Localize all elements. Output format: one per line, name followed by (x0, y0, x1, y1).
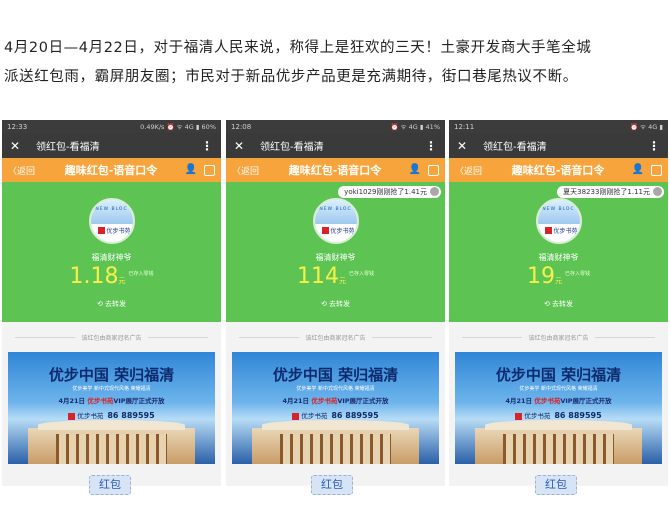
status-time: 12:08 (231, 122, 252, 131)
avatar (430, 187, 439, 196)
sender-name: 福清财神爷 (538, 253, 579, 262)
ad-divider: 该红包由商家冠名广告 (449, 322, 668, 352)
status-bar: 12:08 ⏰ ᯤ 4G ▮ 41% (226, 120, 445, 133)
ad-brand-row: 优步书苑 86 889595 (8, 410, 215, 420)
ad-headline: 优步中国 荣归福清 (495, 366, 622, 384)
amount-unit: 元 (338, 277, 346, 285)
grid-icon[interactable] (428, 164, 439, 176)
phone-screenshot-2: 12:08 ⏰ ᯤ 4G ▮ 41% ✕ 领红包-看福清 ⋮ 〈返回 趣味红包-… (226, 120, 445, 486)
share-button[interactable]: ⟲ 去转发 (226, 299, 445, 309)
grab-notice: yoki1029刚刚抢了1.41元 (338, 186, 441, 198)
phone-screenshot-3: 12:11 ⏰ ᯤ 4G ▮ ✕ 领红包-看福清 ⋮ 〈返回 趣味红包-语音口令… (449, 120, 668, 486)
more-icon[interactable]: ⋮ (425, 139, 437, 153)
close-icon[interactable]: ✕ (234, 139, 250, 153)
wechat-title-bar: ✕ 领红包-看福清 ⋮ (449, 133, 668, 158)
phone-screenshot-1: 12:33 0.49K/s ⏰ ᯤ 4G ▮ 60% ✕ 领红包-看福清 ⋮ 〈… (2, 120, 221, 486)
ad-phone: 86 889595 (554, 411, 602, 420)
avatar (653, 187, 662, 196)
amount-display: 114元已存入零钱 (226, 264, 445, 289)
ad-banner[interactable]: 优步中国 荣归福清 优步美学 新中式现代风格 荣耀福清 4月21日 优步书苑VI… (8, 352, 215, 464)
amount-value: 114 (296, 264, 339, 289)
page-title: 领红包-看福清 (36, 142, 100, 153)
amount-label: 已存入零钱 (348, 271, 374, 277)
sender-name: 福清财神爷 (91, 253, 132, 262)
brand-logo: NEW BLOC 优步书苑 (312, 198, 359, 244)
share-button[interactable]: ⟲ 去转发 (2, 299, 221, 309)
amount-display: 19元已存入零钱 (449, 264, 668, 289)
back-button[interactable]: 〈返回 (8, 164, 44, 177)
red-packet-tag[interactable]: 红包 (311, 475, 353, 495)
amount-unit: 元 (554, 277, 562, 285)
red-packet-result: NEW BLOC 优步书苑 福清财神爷 1.18元已存入零钱 ⟲ 去转发 (2, 182, 221, 322)
ad-brand-row: 优步书苑 86 889595 (232, 410, 439, 420)
ad-phone: 86 889595 (331, 411, 379, 420)
close-icon[interactable]: ✕ (10, 139, 26, 153)
back-button[interactable]: 〈返回 (232, 164, 268, 177)
ad-banner[interactable]: 优步中国 荣归福清 优步美学 新中式现代风格 荣耀福清 4月21日 优步书苑VI… (455, 352, 662, 464)
app-header: 〈返回 趣味红包-语音口令 👤 (449, 158, 668, 182)
grid-icon[interactable] (204, 164, 215, 176)
red-packet-tag[interactable]: 红包 (535, 475, 577, 495)
ad-date-line: 4月21日 优步书苑VIP展厅正式开放 (282, 397, 389, 405)
app-header: 〈返回 趣味红包-语音口令 👤 (226, 158, 445, 182)
more-icon[interactable]: ⋮ (201, 139, 213, 153)
brand-mark-icon (68, 412, 76, 420)
sender-name: 福清财神爷 (315, 253, 356, 262)
grab-notice: 夏天38233刚刚抢了1.11元 (557, 186, 664, 198)
page-title: 领红包-看福清 (483, 142, 547, 153)
red-packet-result: yoki1029刚刚抢了1.41元 NEW BLOC 优步书苑 福清财神爷 11… (226, 182, 445, 322)
ad-divider: 该红包由商家冠名广告 (2, 322, 221, 352)
status-indicators: ⏰ ᯤ 4G ▮ 41% (390, 123, 441, 131)
amount-label: 已存入零钱 (564, 271, 590, 277)
ad-divider: 该红包由商家冠名广告 (226, 322, 445, 352)
article-line-2: 派送红包雨，霸屏朋友圈；市民对于新品优步产品更是充满期待，街口巷尾热议不断。 (4, 69, 578, 85)
back-button[interactable]: 〈返回 (455, 164, 491, 177)
wechat-title-bar: ✕ 领红包-看福清 ⋮ (226, 133, 445, 158)
user-icon[interactable]: 👤 (408, 163, 422, 177)
ad-headline: 优步中国 荣归福清 (48, 366, 175, 384)
ad-subline: 优步美学 新中式现代风格 荣耀福清 (519, 386, 598, 392)
amount-unit: 元 (118, 277, 126, 285)
amount-value: 1.18 (69, 264, 119, 289)
user-icon[interactable]: 👤 (631, 163, 645, 177)
brand-mark-icon (292, 412, 300, 420)
amount-label: 已存入零钱 (128, 271, 154, 277)
page-title: 领红包-看福清 (260, 142, 324, 153)
amount-value: 19 (526, 264, 555, 289)
ad-subline: 优步美学 新中式现代风格 荣耀福清 (296, 386, 375, 392)
ad-banner[interactable]: 优步中国 荣归福清 优步美学 新中式现代风格 荣耀福清 4月21日 优步书苑VI… (232, 352, 439, 464)
more-icon[interactable]: ⋮ (648, 139, 660, 153)
amount-display: 1.18元已存入零钱 (2, 264, 221, 289)
brand-logo: NEW BLOC 优步书苑 (88, 198, 135, 244)
share-button[interactable]: ⟲ 去转发 (449, 299, 668, 309)
status-indicators: 0.49K/s ⏰ ᯤ 4G ▮ 60% (140, 123, 216, 131)
brand-mark-icon (515, 412, 523, 420)
ad-subline: 优步美学 新中式现代风格 荣耀福清 (72, 386, 151, 392)
ad-phone: 86 889595 (107, 411, 155, 420)
brand-logo: NEW BLOC 优步书苑 (535, 198, 582, 244)
user-icon[interactable]: 👤 (184, 163, 198, 177)
status-indicators: ⏰ ᯤ 4G ▮ (630, 123, 663, 131)
wechat-title-bar: ✕ 领红包-看福清 ⋮ (2, 133, 221, 158)
ad-headline: 优步中国 荣归福清 (272, 366, 399, 384)
app-title: 趣味红包-语音口令 (64, 164, 158, 177)
status-time: 12:11 (454, 122, 475, 131)
article-line-1: 4月20日—4月22日，对于福清人民来说，称得上是狂欢的三天！土豪开发商大手笔全… (4, 40, 592, 56)
app-title: 趣味红包-语音口令 (511, 164, 605, 177)
app-title: 趣味红包-语音口令 (288, 164, 382, 177)
red-packet-tag[interactable]: 红包 (89, 475, 131, 495)
article-text: 4月20日—4月22日，对于福清人民来说，称得上是狂欢的三天！土豪开发商大手笔全… (4, 34, 666, 92)
close-icon[interactable]: ✕ (457, 139, 473, 153)
ad-date-line: 4月21日 优步书苑VIP展厅正式开放 (505, 397, 612, 405)
app-header: 〈返回 趣味红包-语音口令 👤 (2, 158, 221, 182)
ad-brand-row: 优步书苑 86 889595 (455, 410, 662, 420)
ad-date-line: 4月21日 优步书苑VIP展厅正式开放 (58, 397, 165, 405)
status-bar: 12:33 0.49K/s ⏰ ᯤ 4G ▮ 60% (2, 120, 221, 133)
status-time: 12:33 (7, 122, 28, 131)
status-bar: 12:11 ⏰ ᯤ 4G ▮ (449, 120, 668, 133)
red-packet-result: 夏天38233刚刚抢了1.11元 NEW BLOC 优步书苑 福清财神爷 19元… (449, 182, 668, 322)
grid-icon[interactable] (651, 164, 662, 176)
